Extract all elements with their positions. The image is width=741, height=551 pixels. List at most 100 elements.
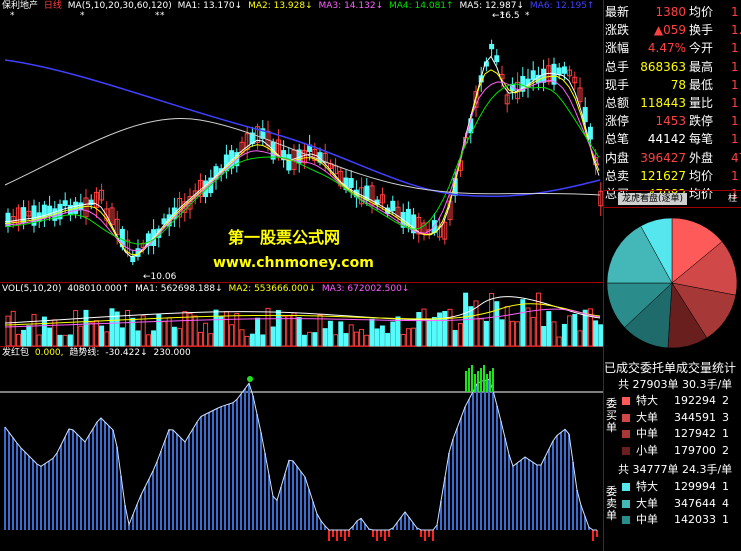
- color-swatch: [622, 483, 630, 491]
- volume-bar: [145, 334, 151, 347]
- volume-bar: [119, 327, 125, 347]
- volume-bar: [218, 316, 224, 347]
- volume-bar: [47, 327, 53, 347]
- quote-label: 总手: [605, 59, 630, 74]
- quote-panel: 最新1380均价1涨跌▲059换手1.9涨幅4.47%今开1总手868363最高…: [603, 0, 741, 551]
- candle-body: [541, 68, 547, 83]
- trend-label: 趋势线:: [69, 348, 100, 358]
- volume-bar: [541, 326, 547, 347]
- volume-bar: [197, 331, 203, 347]
- order-label: 大单: [636, 496, 658, 510]
- order-pct: 2: [722, 443, 729, 457]
- quote-label: 现手: [605, 77, 630, 92]
- volume-bar: [10, 310, 16, 347]
- volume-bar: [312, 332, 318, 347]
- quote-label-2: 外盘: [689, 150, 714, 165]
- marker-star: *: [525, 11, 530, 21]
- volume-bar: [307, 331, 313, 347]
- order-pct: 1: [722, 480, 729, 493]
- candle-body: [556, 67, 562, 75]
- color-swatch: [622, 446, 630, 455]
- order-pct: 4: [722, 496, 729, 510]
- candle-body: [431, 220, 437, 234]
- color-swatch: [622, 499, 630, 508]
- quote-value-2: 1: [731, 41, 739, 56]
- volume-bar: [468, 306, 474, 347]
- sell-summary: 共 34777单 24.3手/单: [618, 463, 733, 476]
- volume-bar: [322, 328, 328, 347]
- order-row: 大单 344591 3: [604, 410, 741, 425]
- candle-body: [587, 126, 593, 140]
- order-row: 大单 347644 4: [604, 496, 741, 511]
- volume-bar: [343, 333, 349, 347]
- volume-pane[interactable]: VOL(5,10,20) 408010.000↑ MA1: 562698.188…: [0, 283, 603, 347]
- high-price-label: ←16.5: [492, 11, 520, 21]
- volume-bar: [593, 320, 599, 347]
- quote-label-2: 跌停: [689, 114, 714, 129]
- volume-bar: [5, 315, 11, 347]
- signal-dot: [247, 376, 253, 382]
- quote-label: 涨幅: [605, 41, 630, 56]
- volume-bar: [239, 329, 245, 347]
- order-row: 小单 179700 2: [604, 443, 741, 458]
- volume-bar: [442, 311, 448, 347]
- volume-bar: [546, 311, 552, 347]
- quote-label: 总卖: [605, 168, 630, 183]
- order-label: 中单: [636, 427, 658, 440]
- volume-bar: [151, 330, 157, 347]
- volume-bar: [177, 328, 183, 347]
- quote-value-2: 1: [731, 5, 739, 19]
- volume-bar: [359, 328, 365, 347]
- quote-label-2: 每笔: [689, 132, 714, 147]
- volume-bar: [483, 320, 489, 347]
- quote-label-2: 均价: [689, 168, 714, 183]
- indicator-chart[interactable]: [0, 347, 603, 551]
- quote-label-2: 今开: [689, 41, 714, 56]
- volume-bar: [379, 325, 385, 347]
- trend-value: -30.422↓: [105, 348, 148, 358]
- volume-bar: [364, 334, 370, 347]
- volume-bar: [457, 323, 463, 347]
- ma1-value: MA1: 13.170↓: [177, 1, 243, 11]
- indicator-pane[interactable]: 发红包 0.000, 趋势线: -30.422↓ 230.000: [0, 347, 603, 551]
- volume-bar: [52, 319, 58, 347]
- quote-value: 118443: [640, 96, 686, 110]
- quote-row: 内盘 396427外盘 4719: [604, 149, 741, 167]
- candlestick-pane[interactable]: * * * * * * 保利地产 日线 MA(5,10,20,30,60,120) MA1…: [0, 0, 603, 283]
- volume-bar: [452, 330, 458, 347]
- volume-bar: [567, 315, 573, 347]
- quote-label: 最新: [605, 5, 630, 19]
- volume-bar: [374, 328, 380, 347]
- stock-name: 保利地产: [2, 1, 39, 11]
- candle-body: [489, 43, 495, 50]
- volume-bar: [494, 301, 500, 347]
- volume-bar: [520, 299, 526, 347]
- volume-bar: [385, 332, 391, 347]
- volume-value: 408010.000↑: [67, 284, 130, 294]
- volume-bar: [333, 334, 339, 347]
- volume-bar: [489, 293, 495, 347]
- volume-bar: [296, 317, 302, 347]
- tab-bar[interactable]: 柱: [724, 193, 741, 205]
- order-pie-chart: [606, 217, 738, 349]
- tab-dragon-tiger[interactable]: 龙虎看盘(逐单): [618, 193, 688, 205]
- volume-bar: [577, 330, 583, 347]
- ma4-value: MA4: 14.081↑: [388, 1, 454, 11]
- quote-label: 总笔: [605, 132, 630, 147]
- volume-bar: [561, 323, 567, 347]
- volume-bar: [15, 333, 21, 347]
- volume-bar: [395, 316, 401, 347]
- order-label: 大单: [636, 410, 658, 424]
- color-swatch: [622, 397, 630, 405]
- quote-label-2: 最高: [689, 59, 714, 74]
- volume-bar: [73, 310, 79, 347]
- quote-label: 涨跌: [605, 23, 630, 38]
- volume-bar: [244, 335, 250, 347]
- volume-bar: [166, 317, 172, 347]
- period-label[interactable]: 日线: [44, 1, 62, 11]
- order-row: 中单 142033 1: [604, 512, 741, 527]
- volume-bar: [223, 311, 229, 347]
- quote-label: 涨停: [605, 114, 630, 129]
- ma6-value: MA6: 12.195↑: [529, 1, 595, 11]
- volume-bar: [62, 334, 68, 347]
